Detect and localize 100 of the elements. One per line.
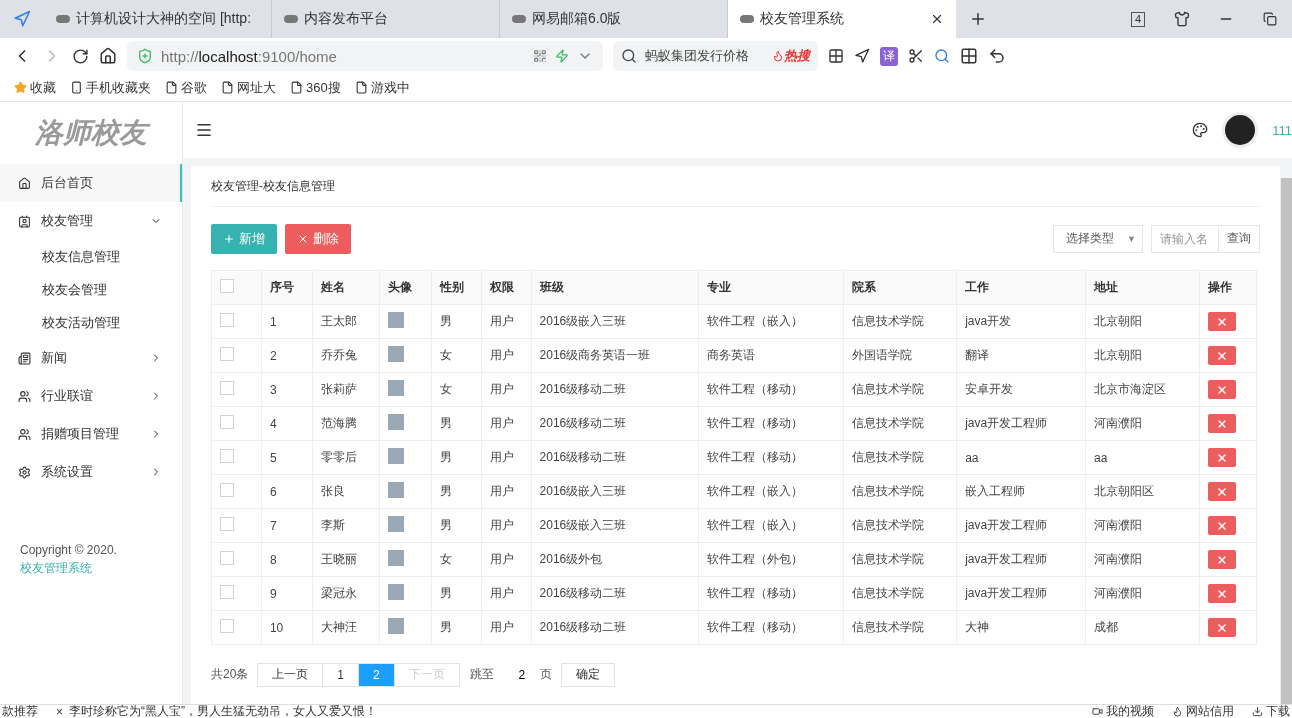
jump-label: 跳至: [468, 666, 495, 684]
table-cell: 信息技术学院: [843, 576, 957, 611]
checkbox[interactable]: [220, 381, 234, 396]
page-button[interactable]: 1: [322, 662, 360, 687]
table-cell: 张良: [312, 474, 380, 509]
table-cell: 用户: [481, 440, 532, 475]
bookmark[interactable]: 网址大: [221, 78, 276, 97]
delete-row-button[interactable]: [1207, 414, 1236, 434]
table-cell: 商务英语: [698, 338, 844, 373]
delete-row-button[interactable]: [1207, 482, 1236, 502]
query-button[interactable]: 查询: [1219, 224, 1260, 253]
delete-row-button[interactable]: [1207, 312, 1236, 332]
delete-row-button[interactable]: [1207, 516, 1236, 536]
checkbox[interactable]: [220, 551, 234, 566]
search-field[interactable]: 蚂蚁集团发行价格 热搜: [613, 41, 818, 71]
checkbox[interactable]: [220, 483, 234, 498]
search-icon[interactable]: [934, 48, 950, 64]
column-header: 专业: [698, 270, 844, 305]
home-icon[interactable]: [99, 47, 117, 65]
prev-page-button[interactable]: 上一页: [257, 662, 324, 687]
table-cell: 6: [261, 474, 313, 509]
checkbox[interactable]: [220, 619, 234, 634]
sidebar-subitem[interactable]: 校友会管理: [0, 273, 182, 306]
menu-icon[interactable]: [195, 121, 213, 139]
bookmark[interactable]: 360搜: [290, 78, 341, 97]
name-input[interactable]: 请输入名: [1151, 224, 1219, 253]
status-link[interactable]: 我的视频: [1092, 705, 1154, 718]
sidebar-item[interactable]: 捐赠项目管理: [0, 415, 182, 453]
table-cell: 软件工程（移动）: [698, 440, 844, 475]
extension-icon[interactable]: [854, 48, 870, 64]
restore-icon[interactable]: [1263, 12, 1277, 26]
checkbox[interactable]: [220, 415, 234, 430]
status-link[interactable]: 下载: [1252, 705, 1290, 718]
browser-tab[interactable]: 计算机设计大神的空间 [http:: [44, 0, 272, 38]
grid-icon[interactable]: [960, 47, 978, 65]
checkbox[interactable]: [220, 585, 234, 600]
extension-icon[interactable]: [828, 48, 844, 64]
page-icon: [290, 81, 303, 94]
sidebar-item[interactable]: 校友管理: [0, 202, 182, 240]
checkbox[interactable]: [220, 449, 234, 464]
confirm-button[interactable]: 确定: [560, 662, 615, 687]
close-icon: [1215, 485, 1228, 498]
table-cell: 2016级商务英语一班: [531, 338, 699, 373]
delete-row-button[interactable]: [1207, 584, 1236, 604]
table-cell: 软件工程（移动）: [698, 406, 844, 441]
shirt-icon[interactable]: [1174, 11, 1190, 27]
column-header: 院系: [843, 270, 957, 305]
bookmark[interactable]: 手机收藏夹: [70, 78, 151, 97]
bookmark[interactable]: 游戏中: [354, 78, 410, 97]
new-tab-icon[interactable]: [969, 10, 987, 28]
bookmark[interactable]: 收藏: [14, 78, 56, 97]
table-cell: 软件工程（外包）: [698, 542, 844, 577]
palette-icon[interactable]: [1192, 122, 1209, 138]
sidebar-item[interactable]: 新闻: [0, 339, 182, 377]
sidebar-item[interactable]: 系统设置: [0, 453, 182, 491]
address-field[interactable]: http://localhost:9100/home: [127, 41, 603, 71]
delete-row-button[interactable]: [1207, 448, 1236, 468]
column-header: 地址: [1085, 270, 1200, 305]
delete-row-button[interactable]: [1207, 346, 1236, 366]
checkbox[interactable]: [220, 517, 234, 532]
table-cell: 2016级嵌入三班: [531, 304, 699, 339]
page-unit: 页: [539, 666, 553, 684]
checkbox[interactable]: [220, 279, 234, 294]
close-icon[interactable]: [930, 12, 944, 26]
status-link[interactable]: 网站信用: [1172, 705, 1234, 718]
close-button[interactable]: ×: [56, 705, 63, 718]
news-ticker[interactable]: 李时珍称它为“黑人宝”，男人生猛无劲吊，女人又爱又恨！: [69, 705, 377, 718]
table-cell: 用户: [481, 304, 532, 339]
translate-button[interactable]: 译: [880, 46, 898, 66]
lightning-icon[interactable]: [555, 49, 569, 63]
browser-logo-icon: [13, 10, 31, 28]
delete-row-button[interactable]: [1207, 618, 1236, 638]
table-cell: 北京朝阳区: [1085, 474, 1200, 509]
delete-row-button[interactable]: [1207, 550, 1236, 570]
plus-icon: [223, 232, 235, 245]
browser-tab[interactable]: 校友管理系统: [728, 0, 956, 38]
checkbox[interactable]: [220, 313, 234, 328]
avatar[interactable]: [1222, 112, 1259, 148]
scissors-icon[interactable]: [908, 48, 924, 64]
tab-count[interactable]: 4: [1130, 11, 1146, 27]
scrollbar[interactable]: [1280, 178, 1292, 704]
column-header: 班级: [531, 270, 699, 305]
table-cell: 河南濮阳: [1085, 542, 1200, 577]
type-select[interactable]: 选择类型 ▼: [1053, 224, 1143, 253]
close-icon: [1215, 587, 1228, 600]
table-cell: 2016级移动二班: [531, 576, 699, 611]
sidebar-subitem[interactable]: 校友信息管理: [0, 240, 182, 273]
sidebar-item[interactable]: 行业联谊: [0, 377, 182, 415]
bookmark[interactable]: 谷歌: [165, 78, 207, 97]
sidebar-item[interactable]: 后台首页: [0, 164, 182, 202]
table-cell: java开发工程师: [956, 576, 1086, 611]
close-icon: [1215, 451, 1228, 464]
browser-tab[interactable]: 内容发布平台: [272, 0, 500, 38]
reload-icon[interactable]: [72, 47, 89, 65]
checkbox[interactable]: [220, 347, 234, 362]
sidebar-subitem[interactable]: 校友活动管理: [0, 306, 182, 339]
undo-icon[interactable]: [988, 47, 1006, 65]
qr-code-icon[interactable]: [533, 49, 547, 63]
delete-row-button[interactable]: [1207, 380, 1236, 400]
table-cell: 软件工程（移动）: [698, 372, 844, 407]
